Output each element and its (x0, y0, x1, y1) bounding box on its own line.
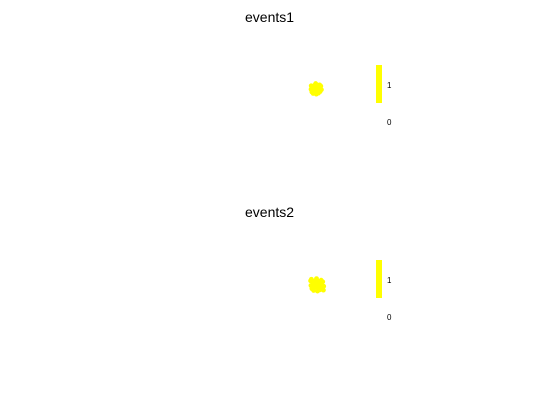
colorbar-tick-label: 0 (387, 313, 392, 322)
events1-panel: events1 10 (0, 0, 540, 195)
colorbar-tick-label: 0 (387, 118, 392, 127)
events2-panel: events2 10 (0, 195, 540, 390)
events1-plot: 10 (308, 65, 392, 127)
colorbar (376, 65, 382, 103)
colorbar-tick-label: 1 (387, 81, 392, 90)
scatter-point (311, 85, 317, 91)
scatter-point (318, 282, 323, 288)
scatter-point (312, 281, 318, 287)
events2-plot: 10 (308, 260, 392, 322)
scatter-point (311, 288, 317, 293)
scatter-point (309, 276, 314, 282)
scatter-point (314, 276, 319, 281)
scatter-point (316, 86, 322, 92)
colorbar (376, 260, 382, 298)
colorbar-tick-label: 1 (387, 276, 392, 285)
scatter-point (321, 287, 326, 293)
